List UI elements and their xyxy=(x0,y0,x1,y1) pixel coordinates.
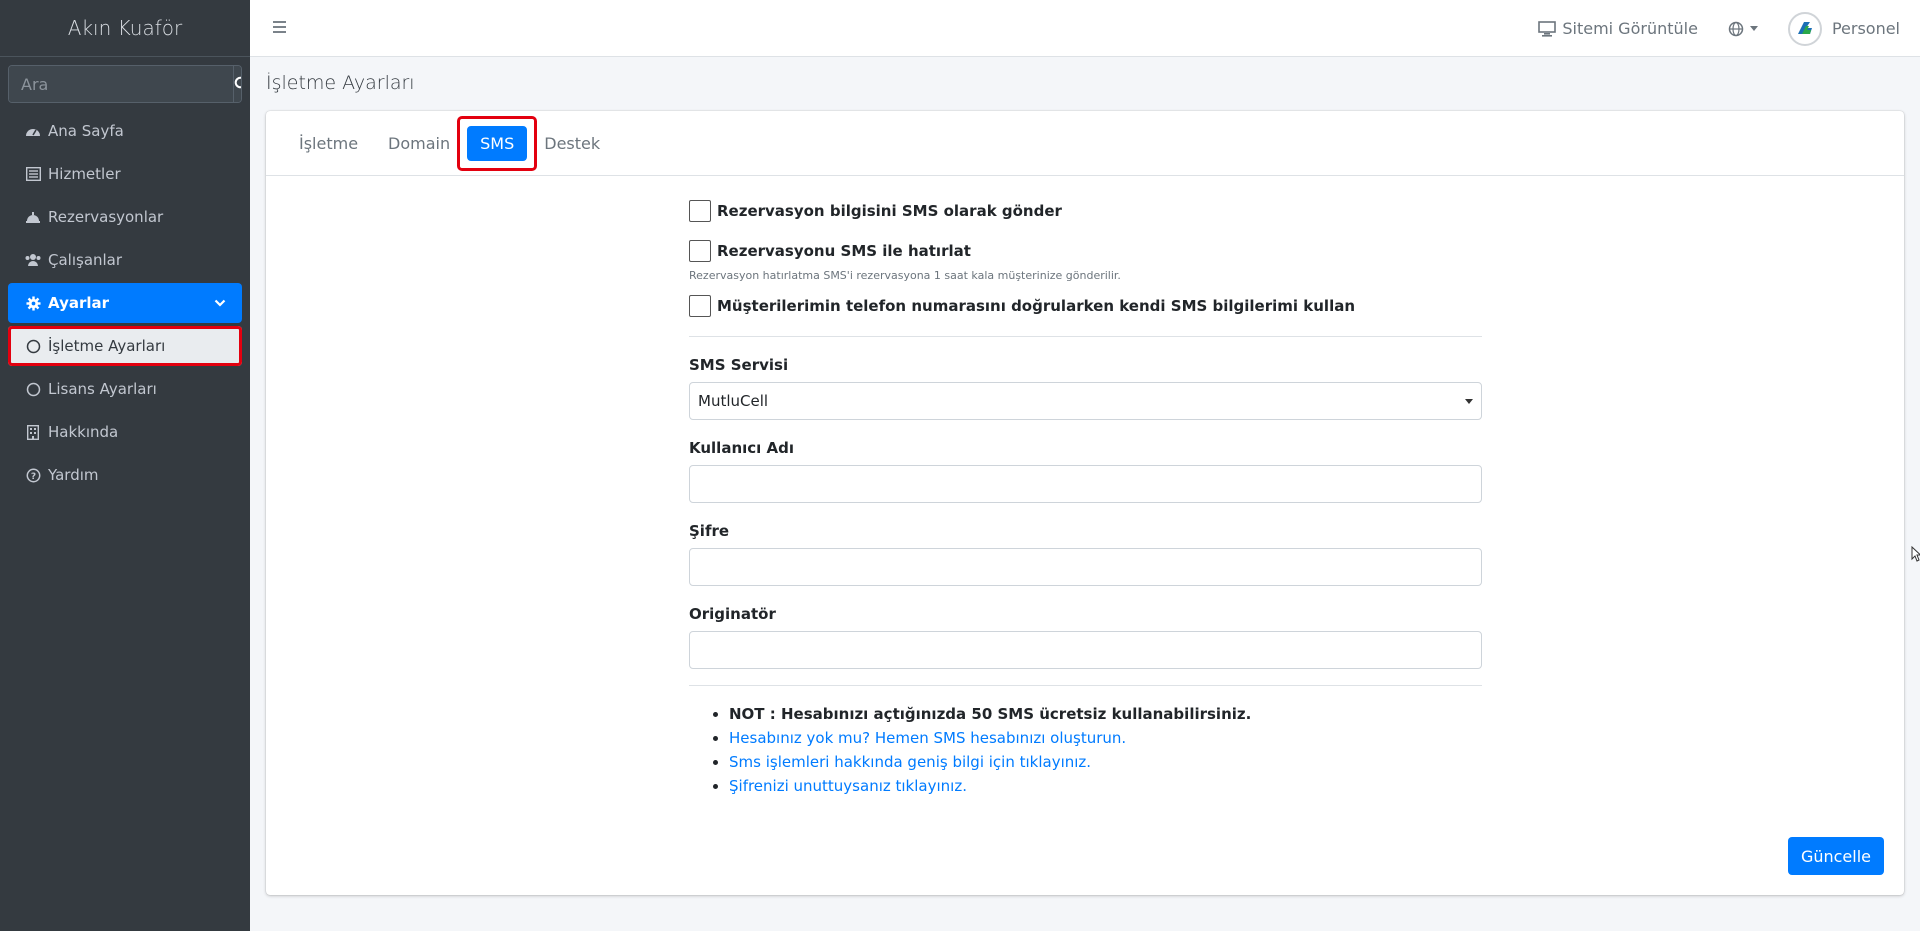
send-sms-label: Rezervasyon bilgisini SMS olarak gönder xyxy=(717,202,1062,220)
user-menu[interactable]: Personel xyxy=(1787,11,1900,46)
sidebar-item-label: Lisans Ayarları xyxy=(48,380,157,398)
own-sms-checkbox[interactable] xyxy=(689,295,711,317)
sidebar-item-ayarlar[interactable]: Ayarlar xyxy=(8,283,242,323)
svg-text:?: ? xyxy=(30,472,35,482)
forgot-password-link[interactable]: Şifrenizi unuttuysanız tıklayınız. xyxy=(729,777,967,795)
desktop-icon xyxy=(1538,20,1557,37)
company-logo-icon xyxy=(1792,16,1817,41)
sidebar-item-label: Yardım xyxy=(48,466,99,484)
sidebar-item-hizmetler[interactable]: Hizmetler xyxy=(8,154,242,194)
brand-title[interactable]: Akın Kuaför xyxy=(0,0,250,57)
page-title: İşletme Ayarları xyxy=(266,72,415,94)
avatar xyxy=(1787,11,1822,46)
divider xyxy=(689,685,1482,686)
users-icon xyxy=(24,251,42,269)
language-dropdown[interactable] xyxy=(1728,21,1758,37)
originator-label: Originatör xyxy=(689,605,776,623)
bell-concierge-icon xyxy=(24,208,42,226)
sidebar-item-hakkinda[interactable]: Hakkında xyxy=(8,412,242,452)
sidebar-item-calisanlar[interactable]: Çalışanlar xyxy=(8,240,242,280)
tab-sms[interactable]: SMS xyxy=(457,115,538,171)
sidebar: Akın Kuaför Ana Sayfa Hizmetler Rezervas… xyxy=(0,0,250,931)
sidebar-item-yardim[interactable]: ? Yardım xyxy=(8,455,242,495)
sms-service-select[interactable]: MutluCell xyxy=(689,382,1482,420)
view-site-link[interactable]: Sitemi Görüntüle xyxy=(1538,19,1698,38)
sidebar-item-ana-sayfa[interactable]: Ana Sayfa xyxy=(8,111,242,151)
settings-card: İşletme Domain SMS Destek Rezervasyon bi… xyxy=(266,111,1904,895)
circle-icon xyxy=(24,380,42,398)
tab-destek[interactable]: Destek xyxy=(531,126,613,161)
globe-icon xyxy=(1728,21,1744,36)
username-field[interactable] xyxy=(689,465,1482,503)
free-sms-note: NOT : Hesabınızı açtığınızda 50 SMS ücre… xyxy=(729,702,1482,726)
sidebar-item-label: Ana Sayfa xyxy=(48,122,124,140)
sidebar-item-label: Rezervasyonlar xyxy=(48,208,164,226)
sidebar-item-label: Ayarlar xyxy=(48,294,110,312)
gear-icon xyxy=(24,294,42,312)
sidebar-item-label: İşletme Ayarları xyxy=(48,337,166,355)
sms-notes-list: NOT : Hesabınızı açtığınızda 50 SMS ücre… xyxy=(689,702,1482,798)
remind-hint: Rezervasyon hatırlatma SMS'i rezervasyon… xyxy=(689,269,1121,282)
list-item: Sms işlemleri hakkında geniş bilgi için … xyxy=(729,750,1482,774)
password-field[interactable] xyxy=(689,548,1482,586)
send-sms-option[interactable]: Rezervasyon bilgisini SMS olarak gönder xyxy=(689,199,1482,223)
list-item: Şifrenizi unuttuysanız tıklayınız. xyxy=(729,774,1482,798)
caret-down-icon xyxy=(1749,26,1758,31)
update-button[interactable]: Güncelle xyxy=(1787,837,1884,875)
own-sms-label: Müşterilerimin telefon numarasını doğrul… xyxy=(717,297,1356,315)
remind-sms-checkbox[interactable] xyxy=(689,240,711,262)
tabs-bar: İşletme Domain SMS Destek xyxy=(266,111,1904,176)
divider xyxy=(689,336,1482,337)
sidebar-item-isletme-ayarlari[interactable]: İşletme Ayarları xyxy=(8,326,242,366)
building-icon xyxy=(24,423,42,441)
sms-settings-form: Rezervasyon bilgisini SMS olarak gönder … xyxy=(689,199,1482,798)
chevron-down-icon xyxy=(214,299,226,307)
dashboard-icon xyxy=(24,122,42,140)
send-sms-checkbox[interactable] xyxy=(689,200,711,222)
circle-icon xyxy=(24,337,42,355)
create-account-link[interactable]: Hesabınız yok mu? Hemen SMS hesabınızı o… xyxy=(729,729,1126,747)
search-icon xyxy=(234,76,241,89)
sms-service-value: MutluCell xyxy=(698,392,769,410)
search-input[interactable] xyxy=(9,66,233,102)
question-circle-icon: ? xyxy=(24,466,42,484)
sidebar-item-label: Çalışanlar xyxy=(48,251,123,269)
sms-service-label: SMS Servisi xyxy=(689,356,789,374)
sidebar-item-rezervasyonlar[interactable]: Rezervasyonlar xyxy=(8,197,242,237)
own-sms-option[interactable]: Müşterilerimin telefon numarasını doğrul… xyxy=(689,294,1482,318)
list-item: Hesabınız yok mu? Hemen SMS hesabınızı o… xyxy=(729,726,1482,750)
view-site-label: Sitemi Görüntüle xyxy=(1562,19,1698,38)
sidebar-nav: Ana Sayfa Hizmetler Rezervasyonlar Çalış… xyxy=(0,111,250,495)
remind-sms-option[interactable]: Rezervasyonu SMS ile hatırlat xyxy=(689,239,1482,263)
mouse-cursor-icon xyxy=(1911,546,1920,562)
hamburger-menu-icon[interactable] xyxy=(272,20,287,34)
sidebar-item-label: Hakkında xyxy=(48,423,119,441)
originator-field[interactable] xyxy=(689,631,1482,669)
sidebar-item-label: Hizmetler xyxy=(48,165,121,183)
sidebar-item-lisans-ayarlari[interactable]: Lisans Ayarları xyxy=(8,369,242,409)
sms-info-link[interactable]: Sms işlemleri hakkında geniş bilgi için … xyxy=(729,753,1091,771)
tab-isletme[interactable]: İşletme xyxy=(286,126,371,161)
username-label: Kullanıcı Adı xyxy=(689,439,795,457)
user-name: Personel xyxy=(1831,19,1900,38)
list-icon xyxy=(24,165,42,183)
password-label: Şifre xyxy=(689,522,730,540)
remind-sms-label: Rezervasyonu SMS ile hatırlat xyxy=(717,242,971,260)
highlight-box xyxy=(457,115,538,171)
sidebar-search xyxy=(8,65,242,103)
search-button[interactable] xyxy=(233,66,241,102)
caret-down-icon xyxy=(1465,398,1473,404)
tab-domain[interactable]: Domain xyxy=(375,126,463,161)
top-navbar: Sitemi Görüntüle Personel xyxy=(250,0,1920,57)
